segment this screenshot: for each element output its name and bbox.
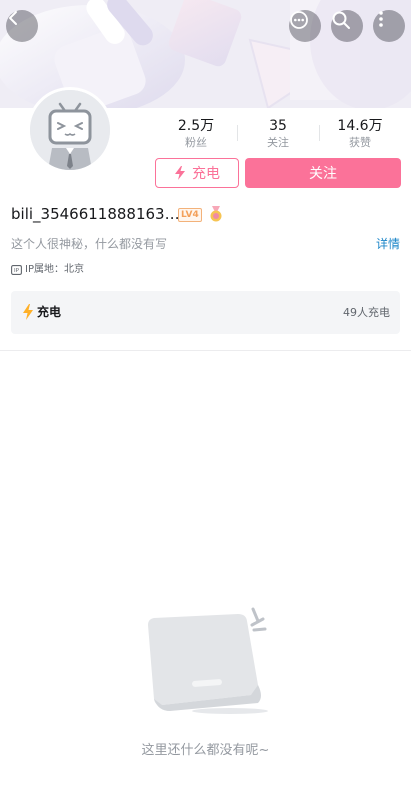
profile-stats: 2.5万 粉丝 35 关注 14.6万 获赞: [155, 117, 401, 153]
lightning-icon: [175, 166, 185, 180]
avatar[interactable]: [27, 87, 113, 173]
charge-panel-label: 充电: [37, 305, 62, 319]
details-link[interactable]: 详情: [376, 236, 400, 252]
ip-location-icon: IP: [11, 265, 22, 275]
stat-likes[interactable]: 14.6万 获赞: [319, 117, 401, 153]
chevron-left-icon: [9, 11, 17, 25]
stat-value: 35: [269, 118, 287, 134]
search-button[interactable]: [331, 10, 363, 42]
stat-label: 获赞: [349, 136, 371, 149]
more-button[interactable]: [373, 10, 405, 42]
stat-value: 14.6万: [337, 118, 383, 134]
charge-count: 49人充电: [343, 306, 390, 319]
charge-panel[interactable]: 充电 49人充电: [11, 291, 400, 334]
empty-tv-illustration-icon: [148, 607, 268, 714]
more-vertical-icon: [379, 11, 383, 27]
charge-button-label: 充电: [192, 166, 220, 182]
empty-state-message: 这里还什么都没有呢~: [141, 743, 270, 758]
stat-fans[interactable]: 2.5万 粉丝: [155, 117, 237, 153]
level-badge: LV4: [178, 208, 202, 222]
stat-label: 粉丝: [185, 136, 207, 149]
username: bili_3546611888163…: [11, 205, 180, 223]
svg-text:IP: IP: [14, 268, 20, 274]
ip-location: IP IP属地：北京: [11, 263, 84, 277]
medal-icon[interactable]: [208, 206, 224, 222]
stat-value: 2.5万: [177, 118, 215, 134]
follow-button-label: 关注: [309, 166, 337, 182]
back-button[interactable]: [6, 10, 38, 42]
message-bubble-icon: [290, 11, 308, 29]
stat-label: 关注: [267, 136, 289, 149]
search-icon: [332, 11, 350, 29]
ip-location-text: IP属地：北京: [25, 264, 84, 275]
signature: 这个人很神秘，什么都没有写: [11, 237, 168, 251]
tv-mascot-avatar-icon: [30, 90, 110, 170]
lightning-icon: [23, 304, 33, 320]
stat-following[interactable]: 35 关注: [237, 117, 319, 153]
message-button[interactable]: [289, 10, 321, 42]
charge-button[interactable]: 充电: [155, 158, 239, 188]
section-divider: [0, 350, 411, 351]
follow-button[interactable]: 关注: [245, 158, 401, 188]
